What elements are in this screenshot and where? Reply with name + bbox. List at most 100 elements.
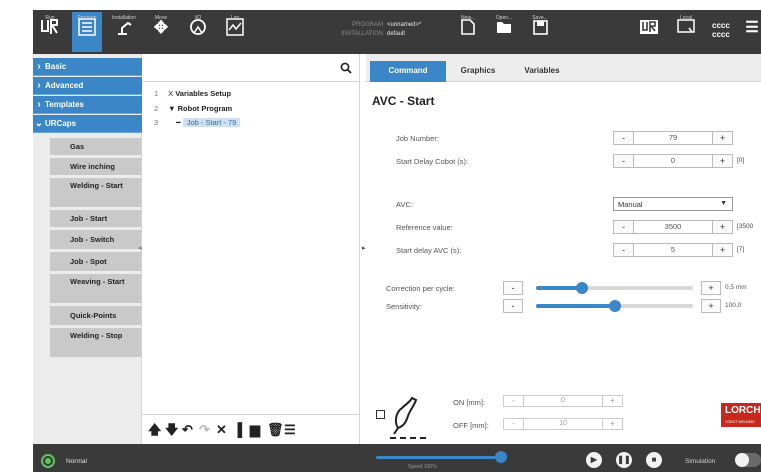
- tree-row-robot-program[interactable]: 2 ▼ Robot Program: [154, 104, 232, 113]
- increment-button[interactable]: +: [602, 419, 622, 429]
- sensitivity-decrement-button[interactable]: -: [503, 299, 523, 313]
- decrement-button[interactable]: -: [614, 155, 634, 167]
- play-button[interactable]: ▶: [586, 452, 602, 468]
- suppress-icon[interactable]: ☰: [284, 423, 296, 436]
- sidebar-category-templates[interactable]: › Templates: [33, 96, 142, 114]
- tab-bar: Command Graphics Variables: [366, 54, 761, 82]
- tree-marker: X: [168, 89, 174, 98]
- reference-value[interactable]: 3500: [634, 221, 712, 233]
- simulation-toggle[interactable]: [735, 453, 761, 467]
- pause-button[interactable]: ❚❚: [616, 452, 632, 468]
- on-off-enable-checkbox[interactable]: [376, 410, 385, 419]
- paste-icon[interactable]: ▆: [250, 423, 260, 436]
- decrement-button[interactable]: -: [614, 221, 634, 233]
- start-delay-avc-label: Start delay AVC (s):: [396, 246, 462, 255]
- increment-button[interactable]: +: [712, 132, 732, 144]
- local-mode-button[interactable]: Local: [671, 12, 701, 52]
- decrement-button[interactable]: -: [614, 132, 634, 144]
- collapse-left-arrow-icon[interactable]: ◂: [138, 244, 142, 252]
- collapse-right-arrow-icon[interactable]: ▸: [362, 244, 366, 252]
- start-delay-avc-value[interactable]: 5: [634, 244, 712, 256]
- decrement-button[interactable]: -: [504, 396, 524, 406]
- increment-button[interactable]: +: [712, 244, 732, 256]
- sidebar-item-job-switch[interactable]: Job - Switch: [50, 230, 141, 251]
- installation-key: INSTALLATION: [341, 31, 383, 37]
- robot-status-indicator[interactable]: [41, 454, 55, 468]
- cccc-line-1: cccc: [712, 21, 730, 30]
- decrement-button[interactable]: -: [504, 419, 524, 429]
- nav-program-button[interactable]: Program: [72, 12, 102, 52]
- redo-icon[interactable]: ↷: [199, 423, 210, 436]
- sidebar-category-urcaps[interactable]: ⌄ URCaps: [33, 115, 142, 133]
- chevron-down-icon: ⌄: [34, 118, 44, 129]
- save-program-button[interactable]: Save...: [525, 12, 555, 52]
- move-down-icon[interactable]: 🡇: [165, 423, 178, 436]
- speed-slider-rail[interactable]: [376, 456, 501, 459]
- sidebar-category-basic[interactable]: › Basic: [33, 58, 142, 76]
- chevron-right-icon: ›: [37, 61, 41, 72]
- cccc-line-2: cccc: [712, 30, 730, 39]
- sidebar-item-job-start[interactable]: Job - Start: [50, 210, 141, 229]
- start-delay-cobot-value[interactable]: 0: [634, 155, 712, 167]
- save-program-label: Save...: [532, 15, 548, 21]
- tab-variables[interactable]: Variables: [512, 61, 572, 82]
- nav-run-button[interactable]: Run: [35, 12, 65, 52]
- speed-slider-knob[interactable]: [495, 451, 507, 463]
- sidebar-item-quick-points[interactable]: Quick-Points: [50, 306, 141, 327]
- search-icon[interactable]: [340, 62, 352, 77]
- sidebar-category-advanced[interactable]: › Advanced: [33, 77, 142, 95]
- move-up-icon[interactable]: 🡅: [148, 423, 161, 436]
- nav-installation-button[interactable]: Installation: [109, 12, 139, 52]
- open-program-button[interactable]: Open...: [489, 12, 519, 52]
- job-number-value[interactable]: 79: [634, 132, 712, 144]
- delete-icon[interactable]: 🗑: [267, 423, 284, 436]
- cut-icon[interactable]: ✕: [216, 423, 227, 436]
- tab-command[interactable]: Command: [370, 61, 446, 82]
- sensitivity-slider[interactable]: [536, 299, 693, 313]
- ur-logo-small: [634, 12, 664, 52]
- stop-button[interactable]: ■: [646, 452, 662, 468]
- tree-row-job-start[interactable]: 3 ━ Job - Start - 79: [154, 118, 241, 127]
- on-mm-label: ON [mm]:: [453, 398, 486, 407]
- sensitivity-increment-button[interactable]: +: [701, 299, 721, 313]
- sidebar-item-weaving-start[interactable]: Weaving - Start: [50, 274, 141, 305]
- sidebar-item-welding-stop[interactable]: Welding - Stop: [50, 328, 141, 359]
- correction-per-cycle-label: Correction per cycle:: [386, 284, 455, 293]
- sidebar-item-welding-start[interactable]: Welding - Start: [50, 178, 141, 209]
- correction-increment-button[interactable]: +: [701, 281, 721, 295]
- start-delay-cobot-stepper: - 0 +: [613, 154, 733, 168]
- nav-log-button[interactable]: Log: [220, 12, 250, 52]
- sidebar-item-label: Job - Spot: [70, 257, 107, 266]
- tree-node-label: Variables Setup: [175, 89, 232, 98]
- undo-icon[interactable]: ↶: [182, 423, 193, 436]
- tree-expand-icon[interactable]: ▼: [168, 104, 175, 113]
- nav-move-button[interactable]: ✥ Move: [146, 12, 176, 52]
- increment-button[interactable]: +: [602, 396, 622, 406]
- open-program-label: Open...: [495, 15, 513, 21]
- sidebar-item-gas[interactable]: Gas: [50, 138, 141, 157]
- sensitivity-label: Sensitivity:: [386, 302, 422, 311]
- sidebar-item-wire-inching[interactable]: Wire inching: [50, 158, 141, 177]
- increment-button[interactable]: +: [712, 155, 732, 167]
- nav-io-button[interactable]: I/O: [183, 12, 213, 52]
- off-mm-value[interactable]: 10: [524, 419, 602, 429]
- sidebar-category-label: Templates: [45, 100, 84, 109]
- tab-graphics[interactable]: Graphics: [448, 61, 508, 82]
- tree-row-variables-setup[interactable]: 1 X Variables Setup: [154, 89, 231, 98]
- slider-knob[interactable]: [576, 282, 588, 294]
- program-info: PROGRAM <unnamed>* INSTALLATION default: [333, 21, 453, 39]
- slider-knob[interactable]: [609, 300, 621, 312]
- on-mm-value[interactable]: 0: [524, 396, 602, 406]
- avc-mode-select[interactable]: Manual ▼: [613, 197, 733, 211]
- decrement-button[interactable]: -: [614, 244, 634, 256]
- hamburger-menu-button[interactable]: ☰: [743, 12, 761, 52]
- program-node-sidebar: › Basic › Advanced › Templates ⌄ URCaps …: [33, 54, 142, 444]
- avc-mode-value: Manual: [618, 200, 643, 209]
- cccc-indicator: cccc cccc: [712, 21, 730, 39]
- correction-slider[interactable]: [536, 281, 693, 295]
- sidebar-item-job-spot[interactable]: Job - Spot: [50, 252, 141, 273]
- new-program-button[interactable]: New...: [453, 12, 483, 52]
- increment-button[interactable]: +: [712, 221, 732, 233]
- correction-decrement-button[interactable]: -: [503, 281, 523, 295]
- copy-icon[interactable]: ▐: [233, 423, 242, 436]
